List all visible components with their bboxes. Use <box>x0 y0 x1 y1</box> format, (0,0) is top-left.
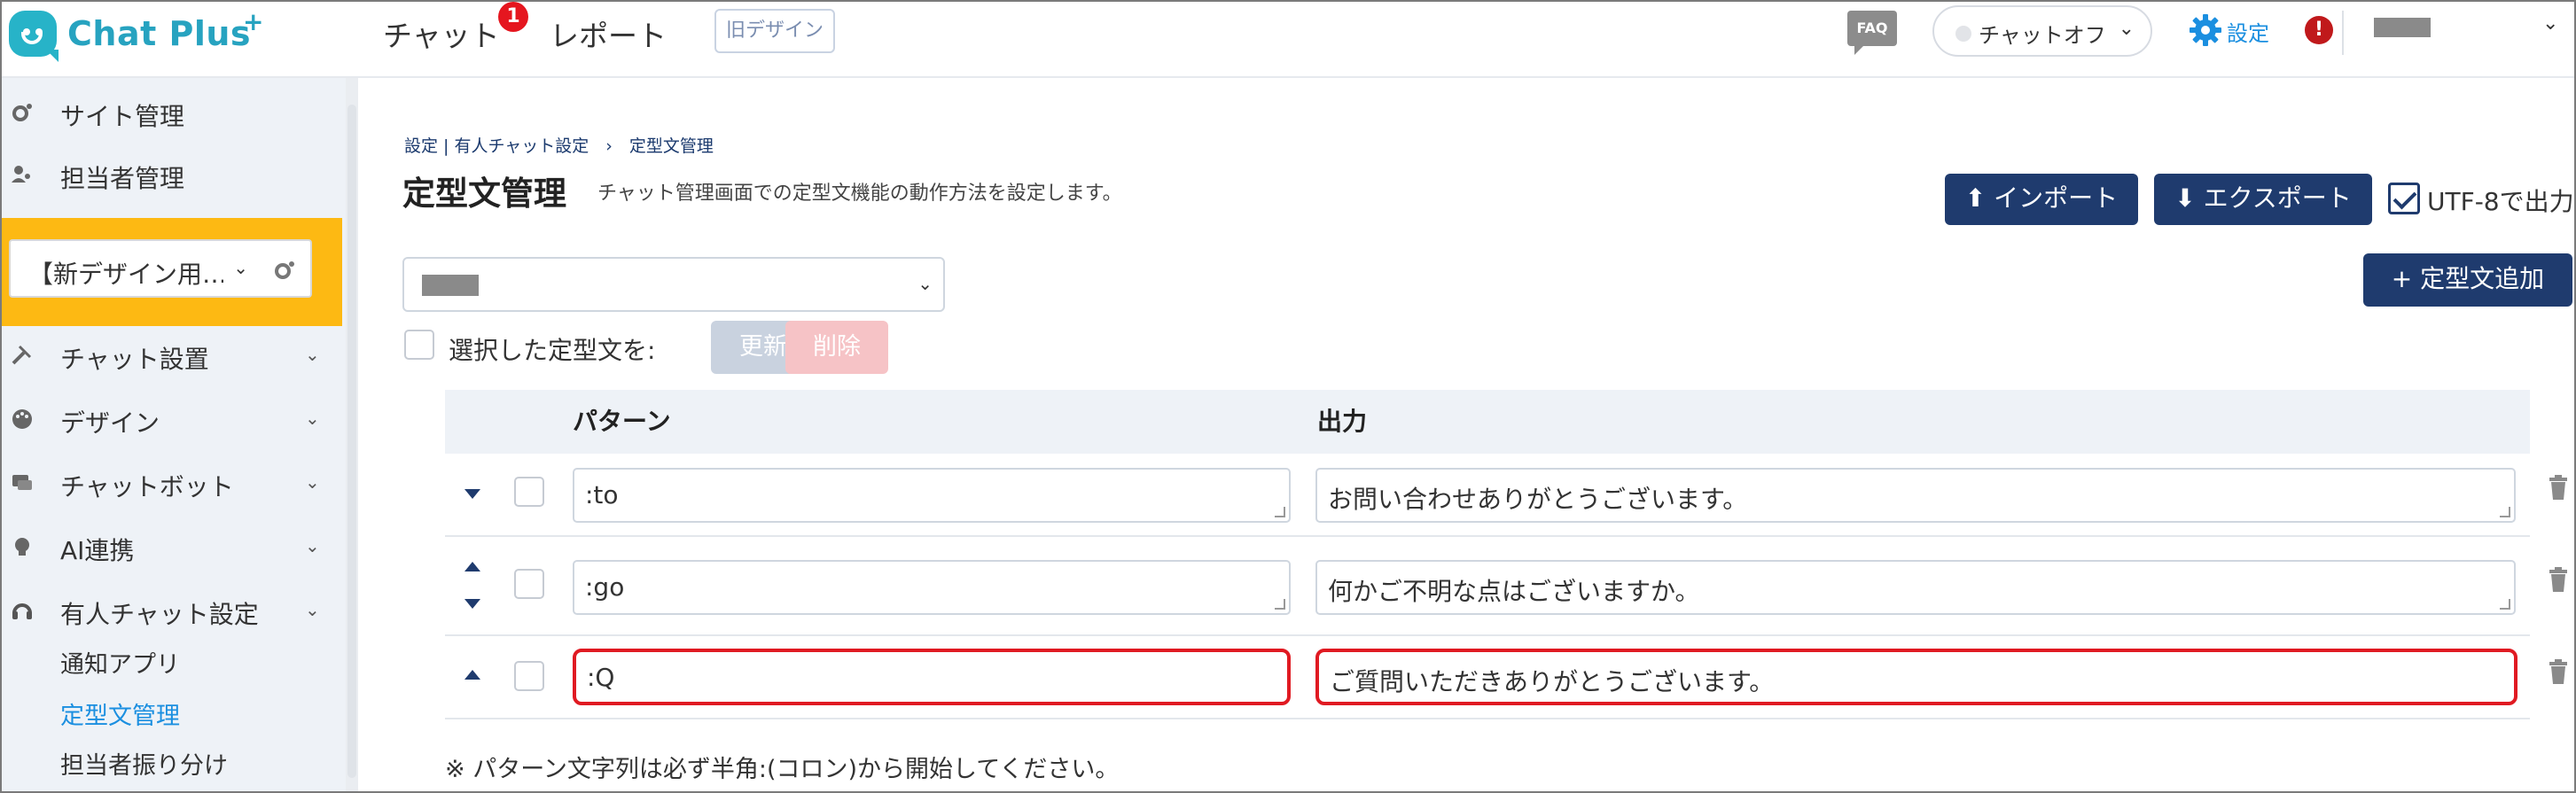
screenshot-border <box>0 0 2576 793</box>
